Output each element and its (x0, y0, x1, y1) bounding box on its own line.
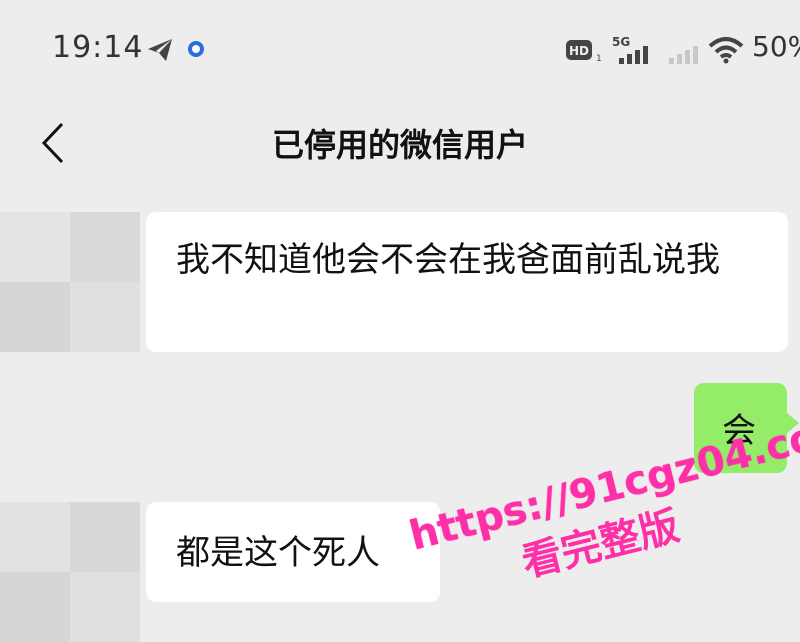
signal-sim2-icon (669, 46, 698, 64)
hd-label: HD (569, 44, 589, 58)
message-bubble-incoming[interactable]: 我不知道他会不会在我爸面前乱说我 (146, 212, 788, 352)
svg-text:1: 1 (596, 54, 601, 64)
signal-5g-icon: 5G (612, 35, 648, 64)
notification-dot-icon (188, 41, 204, 57)
status-time: 19:14 (52, 30, 144, 65)
message-bubble-incoming[interactable]: 都是这个死人 (146, 502, 440, 602)
avatar[interactable] (0, 502, 140, 642)
hd-voice-icon: HD 1 (566, 40, 601, 64)
chat-header: 已停用的微信用户 (0, 100, 800, 190)
status-bar: 19:14 HD 1 5G 50% (0, 0, 800, 100)
battery-percent: 50% (752, 30, 800, 63)
wifi-icon (708, 37, 744, 64)
chat-title: 已停用的微信用户 (271, 126, 528, 164)
watermark: https://91cgz04.com 看完整版 (400, 404, 800, 586)
network-label: 5G (612, 35, 630, 49)
avatar[interactable] (0, 212, 140, 352)
telegram-send-icon (148, 39, 172, 61)
